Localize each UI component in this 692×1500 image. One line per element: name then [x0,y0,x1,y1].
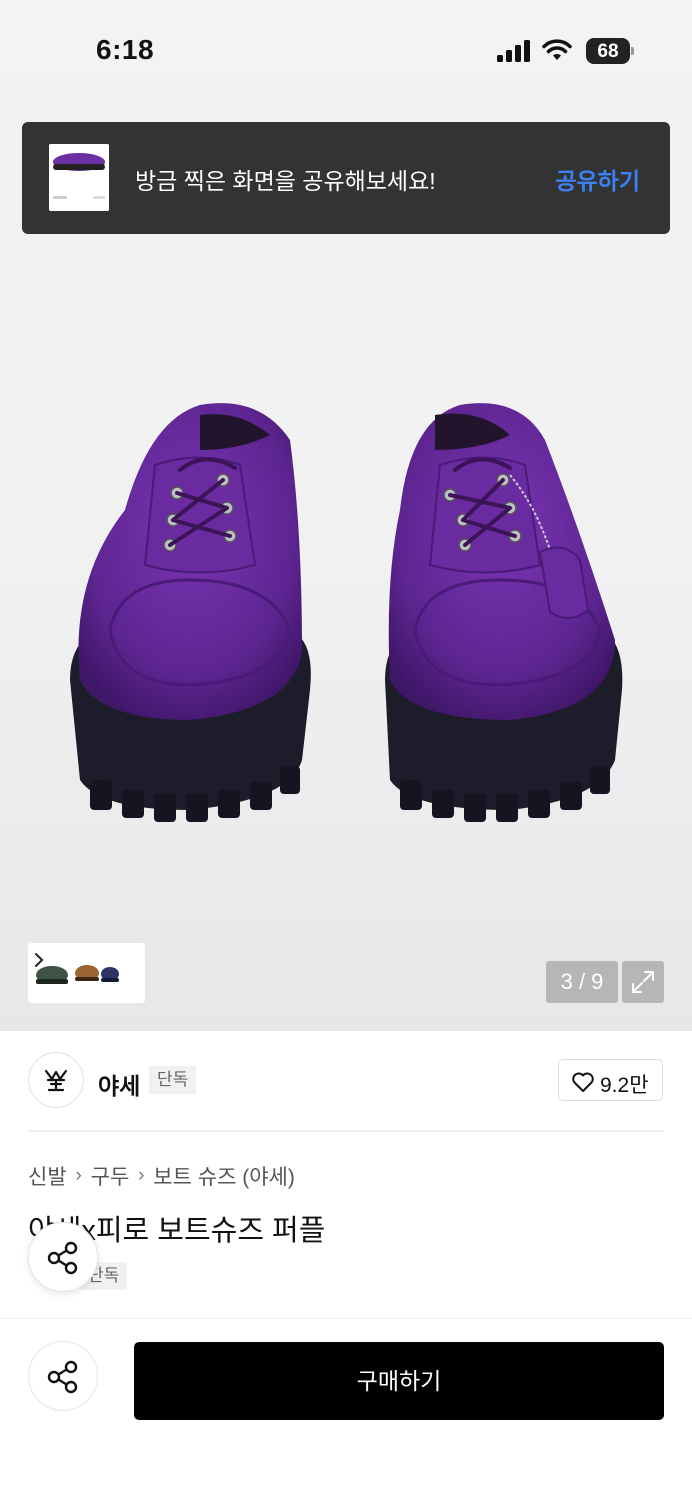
share-icon [47,1360,78,1394]
brand-name[interactable]: 야세 [98,1067,140,1101]
expand-icon [632,971,654,993]
screenshot-thumbnail[interactable] [49,144,109,211]
buy-button[interactable]: 구매하기 [134,1342,664,1420]
floating-share-button[interactable] [28,1222,98,1292]
heart-icon [572,1072,594,1092]
share-icon [47,1241,78,1275]
battery-level: 68 [597,41,619,62]
wifi-icon [542,39,572,60]
bottom-action-bar: 구매하기 [0,1318,692,1500]
cellular-signal-icon [497,40,530,62]
breadcrumb-item[interactable]: 보트 슈즈 (야세) [153,1161,295,1191]
toast-message: 방금 찍은 화면을 공유해보세요! [135,168,436,194]
chevron-right-icon: › [138,1165,145,1186]
product-gallery[interactable]: 6:18 68 방금 찍은 화면을 공유해보세요! 공유하기 3 / 9 [0,0,692,1031]
brand-logo[interactable] [28,1052,84,1108]
breadcrumb-item[interactable]: 구두 [91,1161,130,1191]
color-options-thumbnails[interactable] [28,943,145,1003]
divider [28,1130,664,1132]
exclusive-badge: 단독 [149,1066,197,1094]
product-image [70,403,623,822]
breadcrumb-item[interactable]: 신발 [28,1161,67,1191]
like-button[interactable]: 9.2만 [558,1059,663,1101]
status-bar: 6:18 68 [0,0,692,100]
chevron-right-icon: › [75,1165,82,1186]
share-toast: 방금 찍은 화면을 공유해보세요! 공유하기 [22,122,670,234]
chevron-right-icon [35,953,44,967]
breadcrumb: 신발 › 구두 › 보트 슈즈 (야세) [28,1161,295,1191]
status-time: 6:18 [96,34,155,65]
brand-emblem-icon [44,1069,68,1092]
toast-share-button[interactable]: 공유하기 [555,162,640,196]
like-count: 9.2만 [600,1074,649,1097]
share-button[interactable] [28,1341,98,1411]
battery-icon: 68 [586,38,634,64]
fullscreen-button[interactable] [622,961,664,1003]
page-indicator: 3 / 9 [546,961,618,1003]
